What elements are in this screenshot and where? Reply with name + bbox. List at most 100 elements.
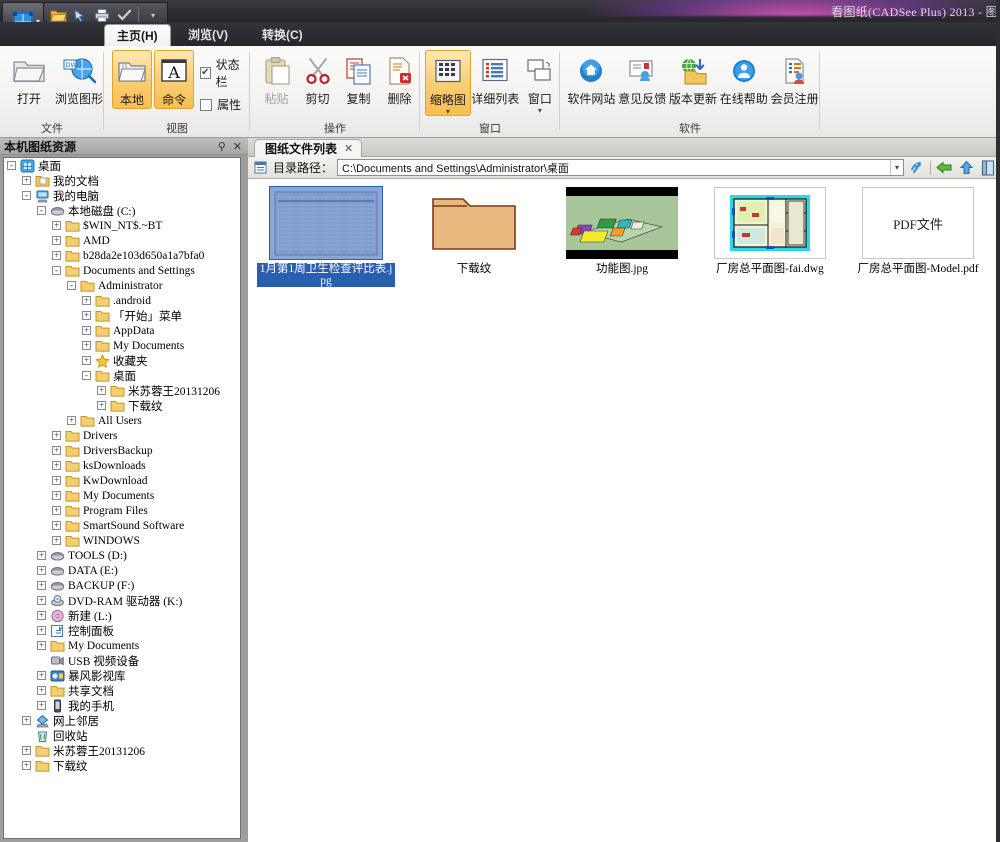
close-icon[interactable]: ✕ [233,140,242,153]
tree-item[interactable]: +SmartSound Software [4,518,240,533]
tree-expand-icon[interactable]: + [52,506,61,515]
ribbon-button-paste[interactable]: 粘贴 [256,50,297,107]
file-thumbnail[interactable] [566,187,678,259]
tab-home[interactable]: 主页(H) [104,24,171,46]
tree-item[interactable]: +AppData [4,323,240,338]
tree-expand-icon[interactable]: + [37,566,46,575]
tree-item[interactable]: +新建 (L:) [4,608,240,623]
ribbon-button-delete[interactable]: 删除 [379,50,420,107]
file-name-label[interactable]: 1月第1周卫生检查评比表.jpg [257,263,395,287]
file-item[interactable]: 下载纹 [400,183,548,287]
ribbon-button-website[interactable]: 软件网站 [566,50,617,107]
tree-item[interactable]: +WINDOWS [4,533,240,548]
tree-collapse-icon[interactable]: - [82,371,91,380]
tree-expand-icon[interactable]: + [67,416,76,425]
tree-collapse-icon[interactable]: - [7,161,16,170]
tree-expand-icon[interactable]: + [37,596,46,605]
tree-expand-icon[interactable]: + [37,626,46,635]
file-name-label[interactable]: 功能图.jpg [596,263,648,275]
tree-item[interactable]: -Documents and Settings [4,263,240,278]
file-name-label[interactable]: 厂房总平面图-fai.dwg [716,263,824,275]
ribbon-button-copy[interactable]: 复制 [338,50,379,107]
tree-item[interactable]: +我的文档 [4,173,240,188]
ribbon-button-thumbnail[interactable]: 缩略图 ▾ [425,50,471,116]
file-name-label[interactable]: 下载纹 [457,263,492,275]
tree-item[interactable]: +网上邻居 [4,713,240,728]
refresh-icon[interactable] [908,159,926,177]
tree-item[interactable]: +AMD [4,233,240,248]
tree-item[interactable]: +下载纹 [4,398,240,413]
tree-expand-icon[interactable]: + [37,671,46,680]
tree-item[interactable]: USB 视频设备 [4,653,240,668]
tree-item[interactable]: +My Documents [4,638,240,653]
tree-item[interactable]: +b28da2e103d650a1a7bfa0 [4,248,240,263]
file-thumbnail[interactable]: PDF文件 [862,187,974,259]
tree-collapse-icon[interactable]: - [37,206,46,215]
ribbon-button-member-register[interactable]: 会员注册 [769,50,820,107]
tree-expand-icon[interactable]: + [52,476,61,485]
tree-item[interactable]: -桌面 [4,158,240,173]
tree-item[interactable]: +收藏夹 [4,353,240,368]
tree-expand-icon[interactable]: + [37,686,46,695]
ribbon-button-detail-list[interactable]: 详细列表 [471,50,520,107]
ribbon-button-window[interactable]: 窗口 ▾ [520,50,560,114]
tree-item[interactable]: +KwDownload [4,473,240,488]
tree-item[interactable]: +DATA (E:) [4,563,240,578]
checkbox-statusbar[interactable]: ✔ 状态栏 [200,56,246,90]
pin-icon[interactable]: ⚲ [218,140,226,153]
tree-expand-icon[interactable]: + [52,461,61,470]
tree-item[interactable]: +.android [4,293,240,308]
toggle-pane-icon[interactable] [979,159,997,177]
checkbox-properties[interactable]: 属性 [200,96,246,113]
tree-expand-icon[interactable]: + [52,536,61,545]
tree-item[interactable]: +米苏蓉王20131206 [4,383,240,398]
file-name-label[interactable]: 厂房总平面图-Model.pdf [857,263,978,275]
tree-expand-icon[interactable]: + [82,356,91,365]
file-thumbnail[interactable] [270,187,382,259]
tree-item[interactable]: +Program Files [4,503,240,518]
tree-expand-icon[interactable]: + [82,296,91,305]
tree-item[interactable]: +My Documents [4,338,240,353]
tree-expand-icon[interactable]: + [37,641,46,650]
path-input[interactable]: C:\Documents and Settings\Administrator\… [337,159,904,176]
file-item[interactable]: 厂房总平面图-fai.dwg [696,183,844,287]
file-thumbnail[interactable] [418,187,530,259]
ribbon-toggle-local[interactable]: 本地 [112,50,152,109]
file-list-pane[interactable]: 1月第1周卫生检查评比表.jpg 下载纹 功能图.jpg 厂房总平面图-fai.dwg… [248,179,1000,842]
chevron-down-icon[interactable]: ▾ [446,108,450,115]
chevron-down-icon[interactable]: ▾ [538,107,542,114]
tree-expand-icon[interactable]: + [22,746,31,755]
tree-expand-icon[interactable]: + [82,311,91,320]
tree-item[interactable]: +DriversBackup [4,443,240,458]
tree-item[interactable]: +TOOLS (D:) [4,548,240,563]
ribbon-button-cut[interactable]: 剪切 [297,50,338,107]
tree-item[interactable]: -桌面 [4,368,240,383]
tree-item[interactable]: +暴风影视库 [4,668,240,683]
tree-expand-icon[interactable]: + [82,341,91,350]
tree-expand-icon[interactable]: + [22,761,31,770]
file-item[interactable]: PDF文件厂房总平面图-Model.pdf [844,183,992,287]
tree-item[interactable]: +All Users [4,413,240,428]
tree-expand-icon[interactable]: + [52,251,61,260]
tree-item[interactable]: -本地磁盘 (C:) [4,203,240,218]
tree-item[interactable]: +共享文档 [4,683,240,698]
ribbon-button-browse-drawing[interactable]: DWG 浏览图形 [54,50,104,107]
chevron-down-icon[interactable]: ▾ [890,160,903,175]
tree-expand-icon[interactable]: + [37,701,46,710]
file-item[interactable]: 1月第1周卫生检查评比表.jpg [252,183,400,287]
tree-item[interactable]: -我的电脑 [4,188,240,203]
tree-collapse-icon[interactable]: - [52,266,61,275]
tab-convert[interactable]: 转换(C) [250,24,315,46]
tree-expand-icon[interactable]: + [52,446,61,455]
file-thumbnail[interactable] [714,187,826,259]
tree-item[interactable]: +My Documents [4,488,240,503]
tree-item[interactable]: +控制面板 [4,623,240,638]
tree-expand-icon[interactable]: + [37,551,46,560]
tree-expand-icon[interactable]: + [22,716,31,725]
tree-expand-icon[interactable]: + [97,386,106,395]
tree-item[interactable]: +米苏蓉王20131206 [4,743,240,758]
tree-item[interactable]: +「开始」菜单 [4,308,240,323]
ribbon-button-update[interactable]: 版本更新 [668,50,719,107]
ribbon-toggle-command[interactable]: A 命令 [154,50,194,109]
file-item[interactable]: 功能图.jpg [548,183,696,287]
